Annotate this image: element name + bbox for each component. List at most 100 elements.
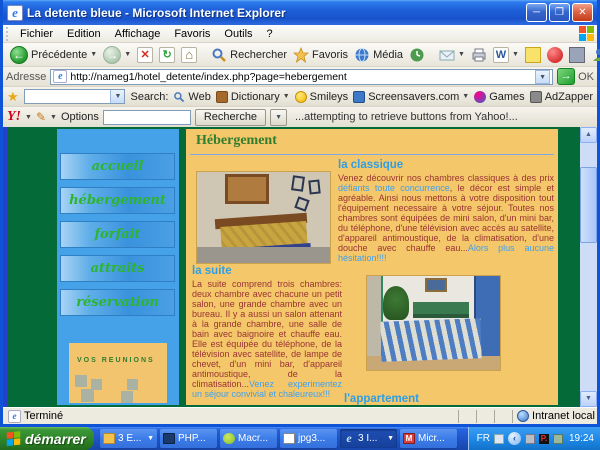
close-button[interactable]: ✕ bbox=[572, 3, 593, 22]
hide-icons-chevron[interactable]: ‹ bbox=[507, 432, 521, 445]
screensavers-dropdown-icon[interactable]: ▼ bbox=[462, 93, 469, 100]
search-dropdown-icon[interactable]: ▼ bbox=[110, 90, 125, 103]
games-button[interactable]: Games bbox=[474, 90, 525, 103]
companion-button[interactable] bbox=[566, 46, 588, 64]
adzapper-button[interactable]: AdZapper bbox=[529, 90, 593, 103]
menu-favoris[interactable]: Favoris bbox=[167, 26, 217, 42]
dictionary-dropdown-icon[interactable]: ▼ bbox=[283, 93, 290, 100]
task-explorer-group[interactable]: 3 E... ▼ bbox=[100, 429, 157, 448]
keyboard-icon[interactable] bbox=[493, 433, 504, 444]
scroll-down-icon[interactable]: ▼ bbox=[580, 391, 597, 407]
address-input[interactable]: e http://nameg1/hotel_detente/index.php?… bbox=[50, 68, 554, 85]
recherche-dropdown-icon[interactable]: ▼ bbox=[270, 108, 287, 126]
minimize-button[interactable]: ─ bbox=[526, 3, 547, 22]
favorites-star-icon bbox=[293, 46, 309, 63]
history-button[interactable] bbox=[406, 46, 428, 64]
forward-icon: → bbox=[103, 45, 122, 64]
task-label: Micr... bbox=[418, 433, 445, 444]
yahoo-logo[interactable]: Y! bbox=[7, 109, 21, 125]
ie-window: e La detente bleue - Microsoft Internet … bbox=[0, 0, 600, 427]
stop-button[interactable]: ✕ bbox=[134, 46, 156, 64]
search-button[interactable]: Rechercher bbox=[208, 46, 290, 64]
forward-button[interactable]: → ▼ bbox=[100, 45, 134, 65]
notes-button[interactable] bbox=[522, 46, 544, 64]
clock[interactable]: 19:24 bbox=[569, 433, 594, 444]
address-dropdown-icon[interactable]: ▼ bbox=[535, 69, 551, 84]
options-label[interactable]: Options bbox=[61, 111, 99, 123]
menu-affichage[interactable]: Affichage bbox=[108, 26, 168, 42]
task-label: Macr... bbox=[238, 433, 269, 444]
search-toolbar: ★ ▼ Search: Web Dictionary ▼ Smileys Scr… bbox=[3, 87, 597, 107]
msn-messenger-button[interactable] bbox=[588, 46, 600, 64]
search-web-button[interactable]: Web bbox=[173, 91, 211, 103]
tray-p-icon[interactable]: P. bbox=[538, 433, 549, 444]
mail-dropdown-icon[interactable]: ▼ bbox=[458, 51, 465, 58]
task-macromedia[interactable]: Macr... bbox=[220, 429, 277, 448]
yahoo-messenger-button[interactable] bbox=[544, 46, 566, 64]
classique-heading: la classique bbox=[338, 159, 404, 171]
nav-attraits[interactable]: attraits bbox=[60, 255, 175, 282]
yahoo-dropdown-icon[interactable]: ▼ bbox=[25, 114, 32, 121]
title-rule bbox=[190, 154, 554, 155]
refresh-button[interactable]: ↻ bbox=[156, 46, 178, 64]
status-pane bbox=[458, 409, 472, 423]
page-icon: e bbox=[53, 70, 68, 83]
address-url[interactable]: http://nameg1/hotel_detente/index.php?pa… bbox=[70, 71, 535, 83]
nav-reservation[interactable]: réservation bbox=[60, 289, 175, 316]
edit-dropdown-icon[interactable]: ▼ bbox=[512, 51, 519, 58]
stop-icon: ✕ bbox=[137, 46, 154, 63]
task-php[interactable]: PHP... bbox=[160, 429, 217, 448]
menu-edition[interactable]: Edition bbox=[60, 26, 108, 42]
smiley-icon bbox=[294, 90, 307, 103]
maximize-button[interactable]: ❐ bbox=[549, 3, 570, 22]
reunions-label: VOS REUNIONS bbox=[77, 357, 155, 364]
media-label: Média bbox=[373, 48, 404, 61]
pencil-icon[interactable]: ✎ bbox=[36, 110, 46, 124]
note-icon bbox=[524, 46, 541, 63]
nav-hebergement[interactable]: hébergement bbox=[60, 187, 175, 214]
address-bar: Adresse e http://nameg1/hotel_detente/in… bbox=[3, 67, 597, 87]
scrollbar-thumb[interactable] bbox=[580, 167, 597, 243]
reunions-banner[interactable]: VOS REUNIONS bbox=[69, 343, 167, 403]
favorites-button[interactable]: Favoris bbox=[290, 46, 351, 64]
tray-utility-icon[interactable] bbox=[552, 433, 563, 444]
search-input[interactable]: ▼ bbox=[23, 89, 126, 104]
nav-accueil[interactable]: accueil bbox=[60, 153, 175, 180]
go-label[interactable]: OK bbox=[578, 71, 594, 83]
search-label: Rechercher bbox=[230, 48, 287, 61]
dictionary-button[interactable]: Dictionary ▼ bbox=[215, 90, 290, 103]
task-label: jpg3... bbox=[298, 433, 326, 444]
recherche-button[interactable]: Recherche bbox=[194, 108, 267, 126]
menu-outils[interactable]: Outils bbox=[217, 26, 259, 42]
screensavers-button[interactable]: Screensavers.com ▼ bbox=[353, 90, 469, 103]
yahoo-search-input[interactable] bbox=[102, 109, 191, 125]
standard-toolbar: ← Précédente ▼ → ▼ ✕ ↻ ⌂ Rechercher Favo… bbox=[3, 43, 600, 67]
home-button[interactable]: ⌂ bbox=[178, 46, 200, 64]
language-indicator[interactable]: FR bbox=[477, 433, 490, 444]
task-ie-group-active[interactable]: e 3 I... ▼ bbox=[340, 429, 397, 448]
media-button[interactable]: Média bbox=[351, 46, 406, 64]
edit-word-button[interactable]: W ▼ bbox=[490, 46, 522, 64]
network-icon[interactable] bbox=[524, 433, 535, 444]
print-button[interactable] bbox=[468, 46, 490, 64]
menu-fichier[interactable]: Fichier bbox=[13, 26, 60, 42]
mail-button[interactable]: ▼ bbox=[436, 46, 468, 64]
start-button[interactable]: démarrer bbox=[0, 427, 94, 450]
pencil-dropdown-icon[interactable]: ▼ bbox=[50, 114, 57, 121]
task-microsoft[interactable]: M Micr... bbox=[400, 429, 457, 448]
msn-person-icon bbox=[592, 48, 600, 61]
menu-help[interactable]: ? bbox=[260, 26, 280, 42]
address-label: Adresse bbox=[6, 70, 47, 83]
bookmark-star-icon[interactable]: ★ bbox=[7, 89, 19, 105]
scroll-up-icon[interactable]: ▲ bbox=[580, 127, 597, 143]
classique-link[interactable]: défiants toute concurrence bbox=[338, 183, 450, 193]
nav-forfait[interactable]: forfait bbox=[60, 221, 175, 248]
back-dropdown-icon[interactable]: ▼ bbox=[90, 51, 97, 58]
photo-detail bbox=[225, 174, 269, 204]
task-jpg[interactable]: jpg3... bbox=[280, 429, 337, 448]
back-button[interactable]: ← Précédente ▼ bbox=[7, 45, 100, 65]
smileys-button[interactable]: Smileys bbox=[294, 90, 348, 103]
go-button[interactable]: → bbox=[557, 68, 576, 85]
page-scrollbar[interactable]: ▲ ▼ bbox=[580, 127, 597, 407]
title-bar[interactable]: e La detente bleue - Microsoft Internet … bbox=[3, 0, 597, 25]
